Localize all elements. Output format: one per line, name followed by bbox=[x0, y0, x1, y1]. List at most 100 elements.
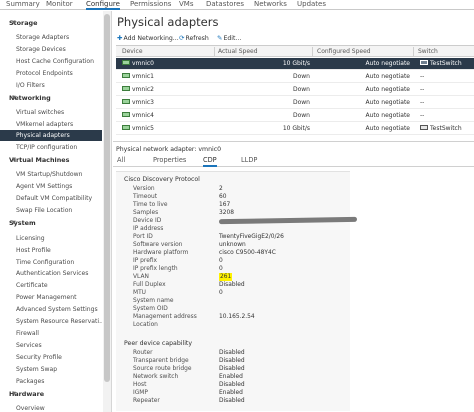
nav-scrollbar[interactable] bbox=[103, 11, 111, 412]
nav-item-services[interactable]: Services bbox=[0, 340, 102, 351]
nav-item-auth-services[interactable]: Authentication Services bbox=[0, 268, 102, 279]
detail-title: Physical network adapter: vmnic0 bbox=[116, 146, 222, 153]
prop-version: Version 2 bbox=[133, 186, 223, 192]
prop-samples: Samples 3208 bbox=[133, 210, 234, 216]
table-row[interactable]: vmnic0 10 Gbit/s Auto negotiate TestSwit… bbox=[116, 58, 474, 70]
device-cell: vmnic1 bbox=[132, 73, 154, 80]
device-cell: vmnic2 bbox=[132, 86, 154, 93]
tab-cdp[interactable]: CDP bbox=[203, 155, 217, 167]
refresh-button[interactable]: ⟳Refresh bbox=[179, 33, 209, 43]
page-title: Physical adapters bbox=[117, 15, 219, 29]
nav-item-swap-file[interactable]: Swap File Location bbox=[0, 205, 102, 216]
tab-properties[interactable]: Properties bbox=[153, 155, 186, 167]
configured-speed-cell: Auto negotiate bbox=[365, 86, 410, 93]
tab-lldp[interactable]: LLDP bbox=[241, 155, 257, 167]
nav-item-virtual-switches[interactable]: Virtual switches bbox=[0, 107, 102, 118]
nav-group-virtual-machines[interactable]: ▼ Virtual Machines bbox=[9, 156, 69, 165]
device-cell: vmnic3 bbox=[132, 99, 154, 106]
nav-item-security-profile[interactable]: Security Profile bbox=[0, 352, 102, 363]
nav-item-tcpip[interactable]: TCP/IP configuration bbox=[0, 142, 102, 153]
prop-hardware-platform: Hardware platform cisco C9500-48Y4C bbox=[133, 250, 276, 256]
cdp-panel: Cisco Discovery Protocol Version 2 Timeou… bbox=[116, 171, 358, 411]
prop-mtu: MTU 0 bbox=[133, 290, 223, 296]
nav-item-advanced-settings[interactable]: Advanced System Settings bbox=[0, 304, 102, 315]
nav-scroll-thumb[interactable] bbox=[104, 14, 110, 382]
table-row[interactable]: vmnic4 Down Auto negotiate -- bbox=[116, 110, 474, 122]
actual-speed-cell: Down bbox=[292, 86, 310, 93]
switch-cell: -- bbox=[420, 86, 425, 93]
table-row[interactable]: vmnic1 Down Auto negotiate -- bbox=[116, 71, 474, 83]
nav-group-system[interactable]: ▼ System bbox=[9, 219, 36, 228]
tab-vms[interactable]: VMs bbox=[179, 0, 193, 10]
nav-item-resource-reservation[interactable]: System Resource Reservati... bbox=[0, 316, 102, 327]
prop-full-duplex: Full Duplex Disabled bbox=[133, 282, 245, 288]
network-adapter-icon bbox=[122, 60, 130, 65]
tab-updates[interactable]: Updates bbox=[297, 0, 326, 10]
nav-item-io-filters[interactable]: I/O Filters bbox=[0, 80, 102, 91]
chevron-down-icon: ▼ bbox=[12, 95, 16, 101]
cap-router: Router Disabled bbox=[133, 350, 245, 356]
col-actual-speed[interactable]: Actual Speed bbox=[218, 46, 258, 57]
nav-item-default-vm-compat[interactable]: Default VM Compatibility bbox=[0, 193, 102, 204]
nav-item-vm-startup[interactable]: VM Startup/Shutdown bbox=[0, 169, 102, 180]
nav-group-storage[interactable]: ▼ Storage bbox=[9, 19, 37, 28]
table-row[interactable]: vmnic5 10 Gbit/s Auto negotiate TestSwit… bbox=[116, 123, 474, 135]
column-divider[interactable] bbox=[413, 47, 414, 56]
nav-item-vmkernel-adapters[interactable]: VMkernel adapters bbox=[0, 119, 102, 130]
vlan-highlight: 261 bbox=[219, 273, 233, 281]
table-row[interactable]: vmnic2 Down Auto negotiate -- bbox=[116, 84, 474, 96]
edit-button[interactable]: ✎Edit... bbox=[217, 33, 241, 43]
toolbar: ✚Add Networking... ⟳Refresh ✎Edit... bbox=[113, 33, 474, 43]
column-divider[interactable] bbox=[214, 47, 215, 56]
chevron-down-icon: ▼ bbox=[12, 220, 16, 226]
nav-item-firewall[interactable]: Firewall bbox=[0, 328, 102, 339]
adapters-table: Device Actual Speed Configured Speed Swi… bbox=[116, 45, 474, 139]
configured-speed-cell: Auto negotiate bbox=[365, 125, 410, 132]
column-divider[interactable] bbox=[312, 47, 313, 56]
configured-speed-cell: Auto negotiate bbox=[365, 60, 410, 67]
cap-network-switch: Network switch Enabled bbox=[133, 374, 243, 380]
nav-item-protocol-endpoints[interactable]: Protocol Endpoints bbox=[0, 68, 102, 79]
prop-software-version: Software version unknown bbox=[133, 242, 246, 248]
cap-igmp: IGMP Enabled bbox=[133, 390, 243, 396]
col-device[interactable]: Device bbox=[122, 46, 143, 57]
configured-speed-cell: Auto negotiate bbox=[365, 73, 410, 80]
nav-item-power-management[interactable]: Power Management bbox=[0, 292, 102, 303]
network-adapter-icon bbox=[122, 73, 130, 78]
nav-item-physical-adapters[interactable]: Physical adapters bbox=[0, 130, 102, 141]
nav-item-system-swap[interactable]: System Swap bbox=[0, 364, 102, 375]
switch-cell: -- bbox=[420, 112, 425, 119]
nav-item-packages[interactable]: Packages bbox=[0, 376, 102, 387]
nav-item-agent-vm[interactable]: Agent VM Settings bbox=[0, 181, 102, 192]
nav-item-certificate[interactable]: Certificate bbox=[0, 280, 102, 291]
tab-monitor[interactable]: Monitor bbox=[46, 0, 73, 10]
tab-networks[interactable]: Networks bbox=[254, 0, 287, 10]
tab-summary[interactable]: Summary bbox=[6, 0, 40, 10]
cap-repeater: Repeater Disabled bbox=[133, 398, 245, 404]
settings-nav: ▼ Storage Storage Adapters Storage Device… bbox=[0, 11, 112, 412]
configured-speed-cell: Auto negotiate bbox=[365, 112, 410, 119]
nav-item-host-cache[interactable]: Host Cache Configuration bbox=[0, 56, 102, 67]
tab-permissions[interactable]: Permissions bbox=[130, 0, 171, 10]
actual-speed-cell: Down bbox=[292, 73, 310, 80]
nav-group-hardware[interactable]: ▼ Hardware bbox=[9, 390, 44, 399]
tab-all[interactable]: All bbox=[117, 155, 125, 167]
nav-item-storage-adapters[interactable]: Storage Adapters bbox=[0, 32, 102, 43]
tab-configure[interactable]: Configure bbox=[86, 0, 120, 10]
nav-item-overview[interactable]: Overview bbox=[0, 403, 102, 412]
add-network-icon: ✚ bbox=[117, 34, 123, 42]
tab-datastores[interactable]: Datastores bbox=[206, 0, 244, 10]
nav-item-host-profile[interactable]: Host Profile bbox=[0, 245, 102, 256]
col-configured-speed[interactable]: Configured Speed bbox=[317, 46, 371, 57]
actual-speed-cell: 10 Gbit/s bbox=[282, 125, 310, 132]
nav-item-time-config[interactable]: Time Configuration bbox=[0, 257, 102, 268]
col-switch[interactable]: Switch bbox=[418, 46, 438, 57]
device-cell: vmnic5 bbox=[132, 125, 154, 132]
table-row[interactable]: vmnic3 Down Auto negotiate -- bbox=[116, 97, 474, 109]
nav-item-licensing[interactable]: Licensing bbox=[0, 233, 102, 244]
nav-item-storage-devices[interactable]: Storage Devices bbox=[0, 44, 102, 55]
nav-group-networking[interactable]: ▼ Networking bbox=[9, 94, 51, 103]
add-networking-button[interactable]: ✚Add Networking... bbox=[117, 33, 179, 43]
switch-icon bbox=[420, 60, 428, 65]
cap-source-route-bridge: Source route bridge Disabled bbox=[133, 366, 245, 372]
